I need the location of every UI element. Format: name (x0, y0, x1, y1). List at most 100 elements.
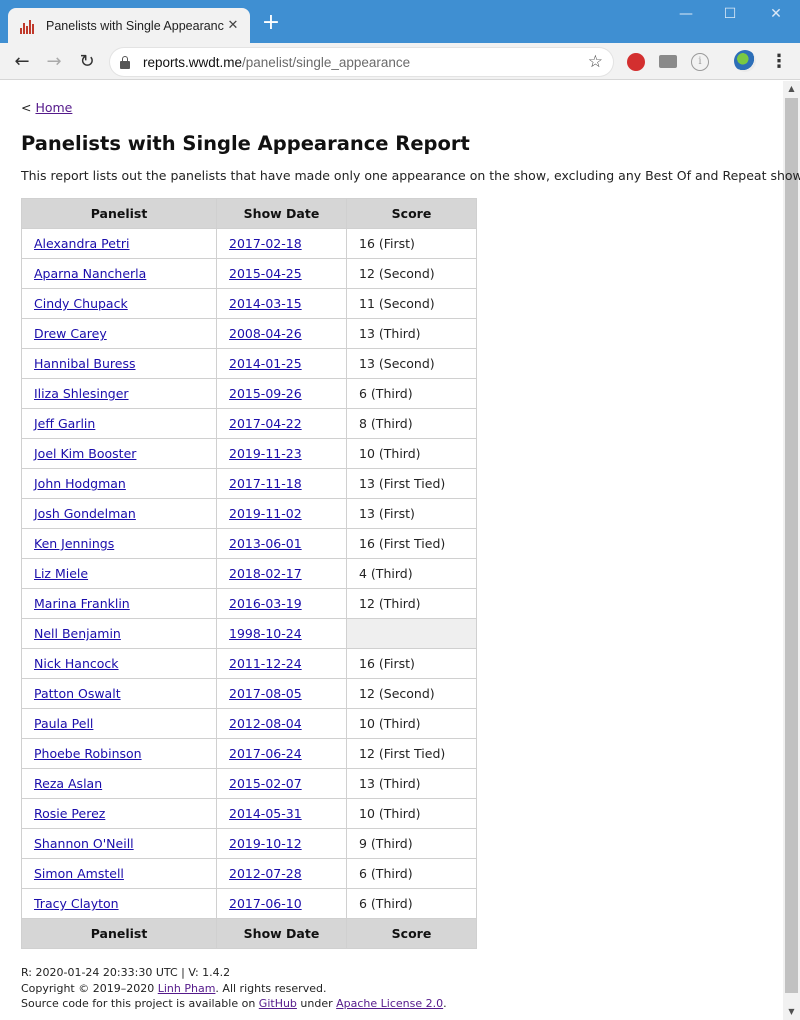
score-cell: 16 (First) (346, 648, 477, 679)
bookmark-star-icon[interactable]: ☆ (588, 52, 603, 72)
site-favicon-icon (20, 18, 36, 34)
show-date-link[interactable]: 2017-11-18 (229, 476, 302, 491)
panelist-cell: Paula Pell (21, 708, 217, 739)
scroll-down-icon[interactable]: ▼ (783, 1004, 800, 1020)
show-date-link[interactable]: 2019-10-12 (229, 836, 302, 851)
show-date-link[interactable]: 2018-02-17 (229, 566, 302, 581)
show-date-link[interactable]: 2012-07-28 (229, 866, 302, 881)
page-scrollbar[interactable]: ▲ ▼ (783, 81, 800, 1020)
panelist-link[interactable]: Patton Oswalt (34, 686, 121, 701)
show-date-link[interactable]: 2019-11-02 (229, 506, 302, 521)
show-date-link[interactable]: 2017-04-22 (229, 416, 302, 431)
header-panelist: Panelist (21, 198, 217, 229)
panelist-link[interactable]: Jeff Garlin (34, 416, 95, 431)
license-link[interactable]: Apache License 2.0 (336, 997, 443, 1010)
forward-arrow-icon[interactable]: → (40, 48, 68, 76)
show-date-link[interactable]: 2011-12-24 (229, 656, 302, 671)
show-date-cell: 2015-04-25 (216, 258, 347, 289)
panelist-cell: Reza Aslan (21, 768, 217, 799)
panelist-cell: Ken Jennings (21, 528, 217, 559)
show-date-link[interactable]: 2017-06-10 (229, 896, 302, 911)
panelist-link[interactable]: Phoebe Robinson (34, 746, 142, 761)
back-arrow-icon[interactable]: ← (8, 48, 36, 76)
stop-hand-extension-icon[interactable] (627, 53, 645, 71)
show-date-cell: 2017-02-18 (216, 228, 347, 259)
show-date-cell: 2011-12-24 (216, 648, 347, 679)
show-date-link[interactable]: 2016-03-19 (229, 596, 302, 611)
show-date-cell: 2016-03-19 (216, 588, 347, 619)
panelist-link[interactable]: Alexandra Petri (34, 236, 129, 251)
maximize-button[interactable]: ☐ (715, 4, 745, 24)
table-row: Josh Gondelman 2019-11-02 13 (First) (21, 498, 477, 529)
panelist-link[interactable]: Shannon O'Neill (34, 836, 134, 851)
minimize-button[interactable]: — (671, 4, 701, 24)
panelist-link[interactable]: Josh Gondelman (34, 506, 136, 521)
show-date-link[interactable]: 2014-05-31 (229, 806, 302, 821)
address-bar[interactable]: reports.wwdt.me/panelist/single_appearan… (110, 48, 613, 76)
panelist-link[interactable]: Ken Jennings (34, 536, 114, 551)
panelist-link[interactable]: Reza Aslan (34, 776, 102, 791)
reload-icon[interactable]: ↻ (73, 48, 101, 76)
score-cell: 13 (Third) (346, 318, 477, 349)
panelist-link[interactable]: Iliza Shlesinger (34, 386, 129, 401)
panelist-link[interactable]: Rosie Perez (34, 806, 105, 821)
scroll-up-icon[interactable]: ▲ (783, 81, 800, 97)
table-row: Jeff Garlin 2017-04-22 8 (Third) (21, 408, 477, 439)
author-link[interactable]: Linh Pham (158, 982, 216, 995)
table-row: Alexandra Petri 2017-02-18 16 (First) (21, 228, 477, 259)
panelist-link[interactable]: Hannibal Buress (34, 356, 136, 371)
tab-title: Panelists with Single Appearance (46, 18, 224, 33)
github-link[interactable]: GitHub (259, 997, 297, 1010)
panelist-cell: Iliza Shlesinger (21, 378, 217, 409)
score-cell: 12 (Second) (346, 258, 477, 289)
panelist-link[interactable]: John Hodgman (34, 476, 126, 491)
camera-extension-icon[interactable] (659, 55, 677, 68)
show-date-link[interactable]: 2017-08-05 (229, 686, 302, 701)
show-date-link[interactable]: 2017-06-24 (229, 746, 302, 761)
show-date-cell: 2014-05-31 (216, 798, 347, 829)
page-title: Panelists with Single Appearance Report (21, 132, 470, 155)
lock-icon[interactable] (120, 55, 130, 69)
panelist-link[interactable]: Tracy Clayton (34, 896, 119, 911)
browser-toolbar: ← → ↻ reports.wwdt.me/panelist/single_ap… (0, 43, 800, 80)
show-date-link[interactable]: 1998-10-24 (229, 626, 302, 641)
panelist-link[interactable]: Marina Franklin (34, 596, 130, 611)
panelist-link[interactable]: Nick Hancock (34, 656, 119, 671)
panelist-link[interactable]: Liz Miele (34, 566, 88, 581)
home-link[interactable]: Home (35, 100, 72, 115)
table-row: Rosie Perez 2014-05-31 10 (Third) (21, 798, 477, 829)
panelist-link[interactable]: Paula Pell (34, 716, 93, 731)
panelist-link[interactable]: Aparna Nancherla (34, 266, 146, 281)
show-date-cell: 2019-10-12 (216, 828, 347, 859)
show-date-link[interactable]: 2019-11-23 (229, 446, 302, 461)
panelist-cell: Patton Oswalt (21, 678, 217, 709)
browser-menu-icon[interactable]: ⋮ (770, 52, 788, 72)
show-date-link[interactable]: 2008-04-26 (229, 326, 302, 341)
browser-tab[interactable]: Panelists with Single Appearance ✕ (8, 8, 250, 43)
profile-avatar[interactable] (734, 50, 756, 72)
show-date-link[interactable]: 2013-06-01 (229, 536, 302, 551)
show-date-link[interactable]: 2017-02-18 (229, 236, 302, 251)
new-tab-button[interactable]: + (259, 12, 283, 36)
show-date-link[interactable]: 2015-09-26 (229, 386, 302, 401)
show-date-link[interactable]: 2012-08-04 (229, 716, 302, 731)
show-date-link[interactable]: 2015-02-07 (229, 776, 302, 791)
panelist-link[interactable]: Joel Kim Booster (34, 446, 136, 461)
panelist-link[interactable]: Cindy Chupack (34, 296, 128, 311)
panelist-link[interactable]: Simon Amstell (34, 866, 124, 881)
show-date-link[interactable]: 2014-03-15 (229, 296, 302, 311)
tab-close-icon[interactable]: ✕ (224, 17, 242, 35)
info-extension-icon[interactable]: i (691, 53, 709, 71)
footer-score: Score (346, 918, 477, 949)
close-window-button[interactable]: ✕ (761, 4, 791, 24)
show-date-link[interactable]: 2014-01-25 (229, 356, 302, 371)
panelist-cell: Marina Franklin (21, 588, 217, 619)
footer-source: Source code for this project is availabl… (21, 996, 447, 1012)
show-date-link[interactable]: 2015-04-25 (229, 266, 302, 281)
breadcrumb: < Home (21, 100, 72, 115)
scroll-thumb[interactable] (785, 98, 798, 993)
url-text[interactable]: reports.wwdt.me/panelist/single_appearan… (143, 55, 410, 70)
panelist-link[interactable]: Nell Benjamin (34, 626, 121, 641)
panelist-link[interactable]: Drew Carey (34, 326, 107, 341)
table-row: Drew Carey 2008-04-26 13 (Third) (21, 318, 477, 349)
